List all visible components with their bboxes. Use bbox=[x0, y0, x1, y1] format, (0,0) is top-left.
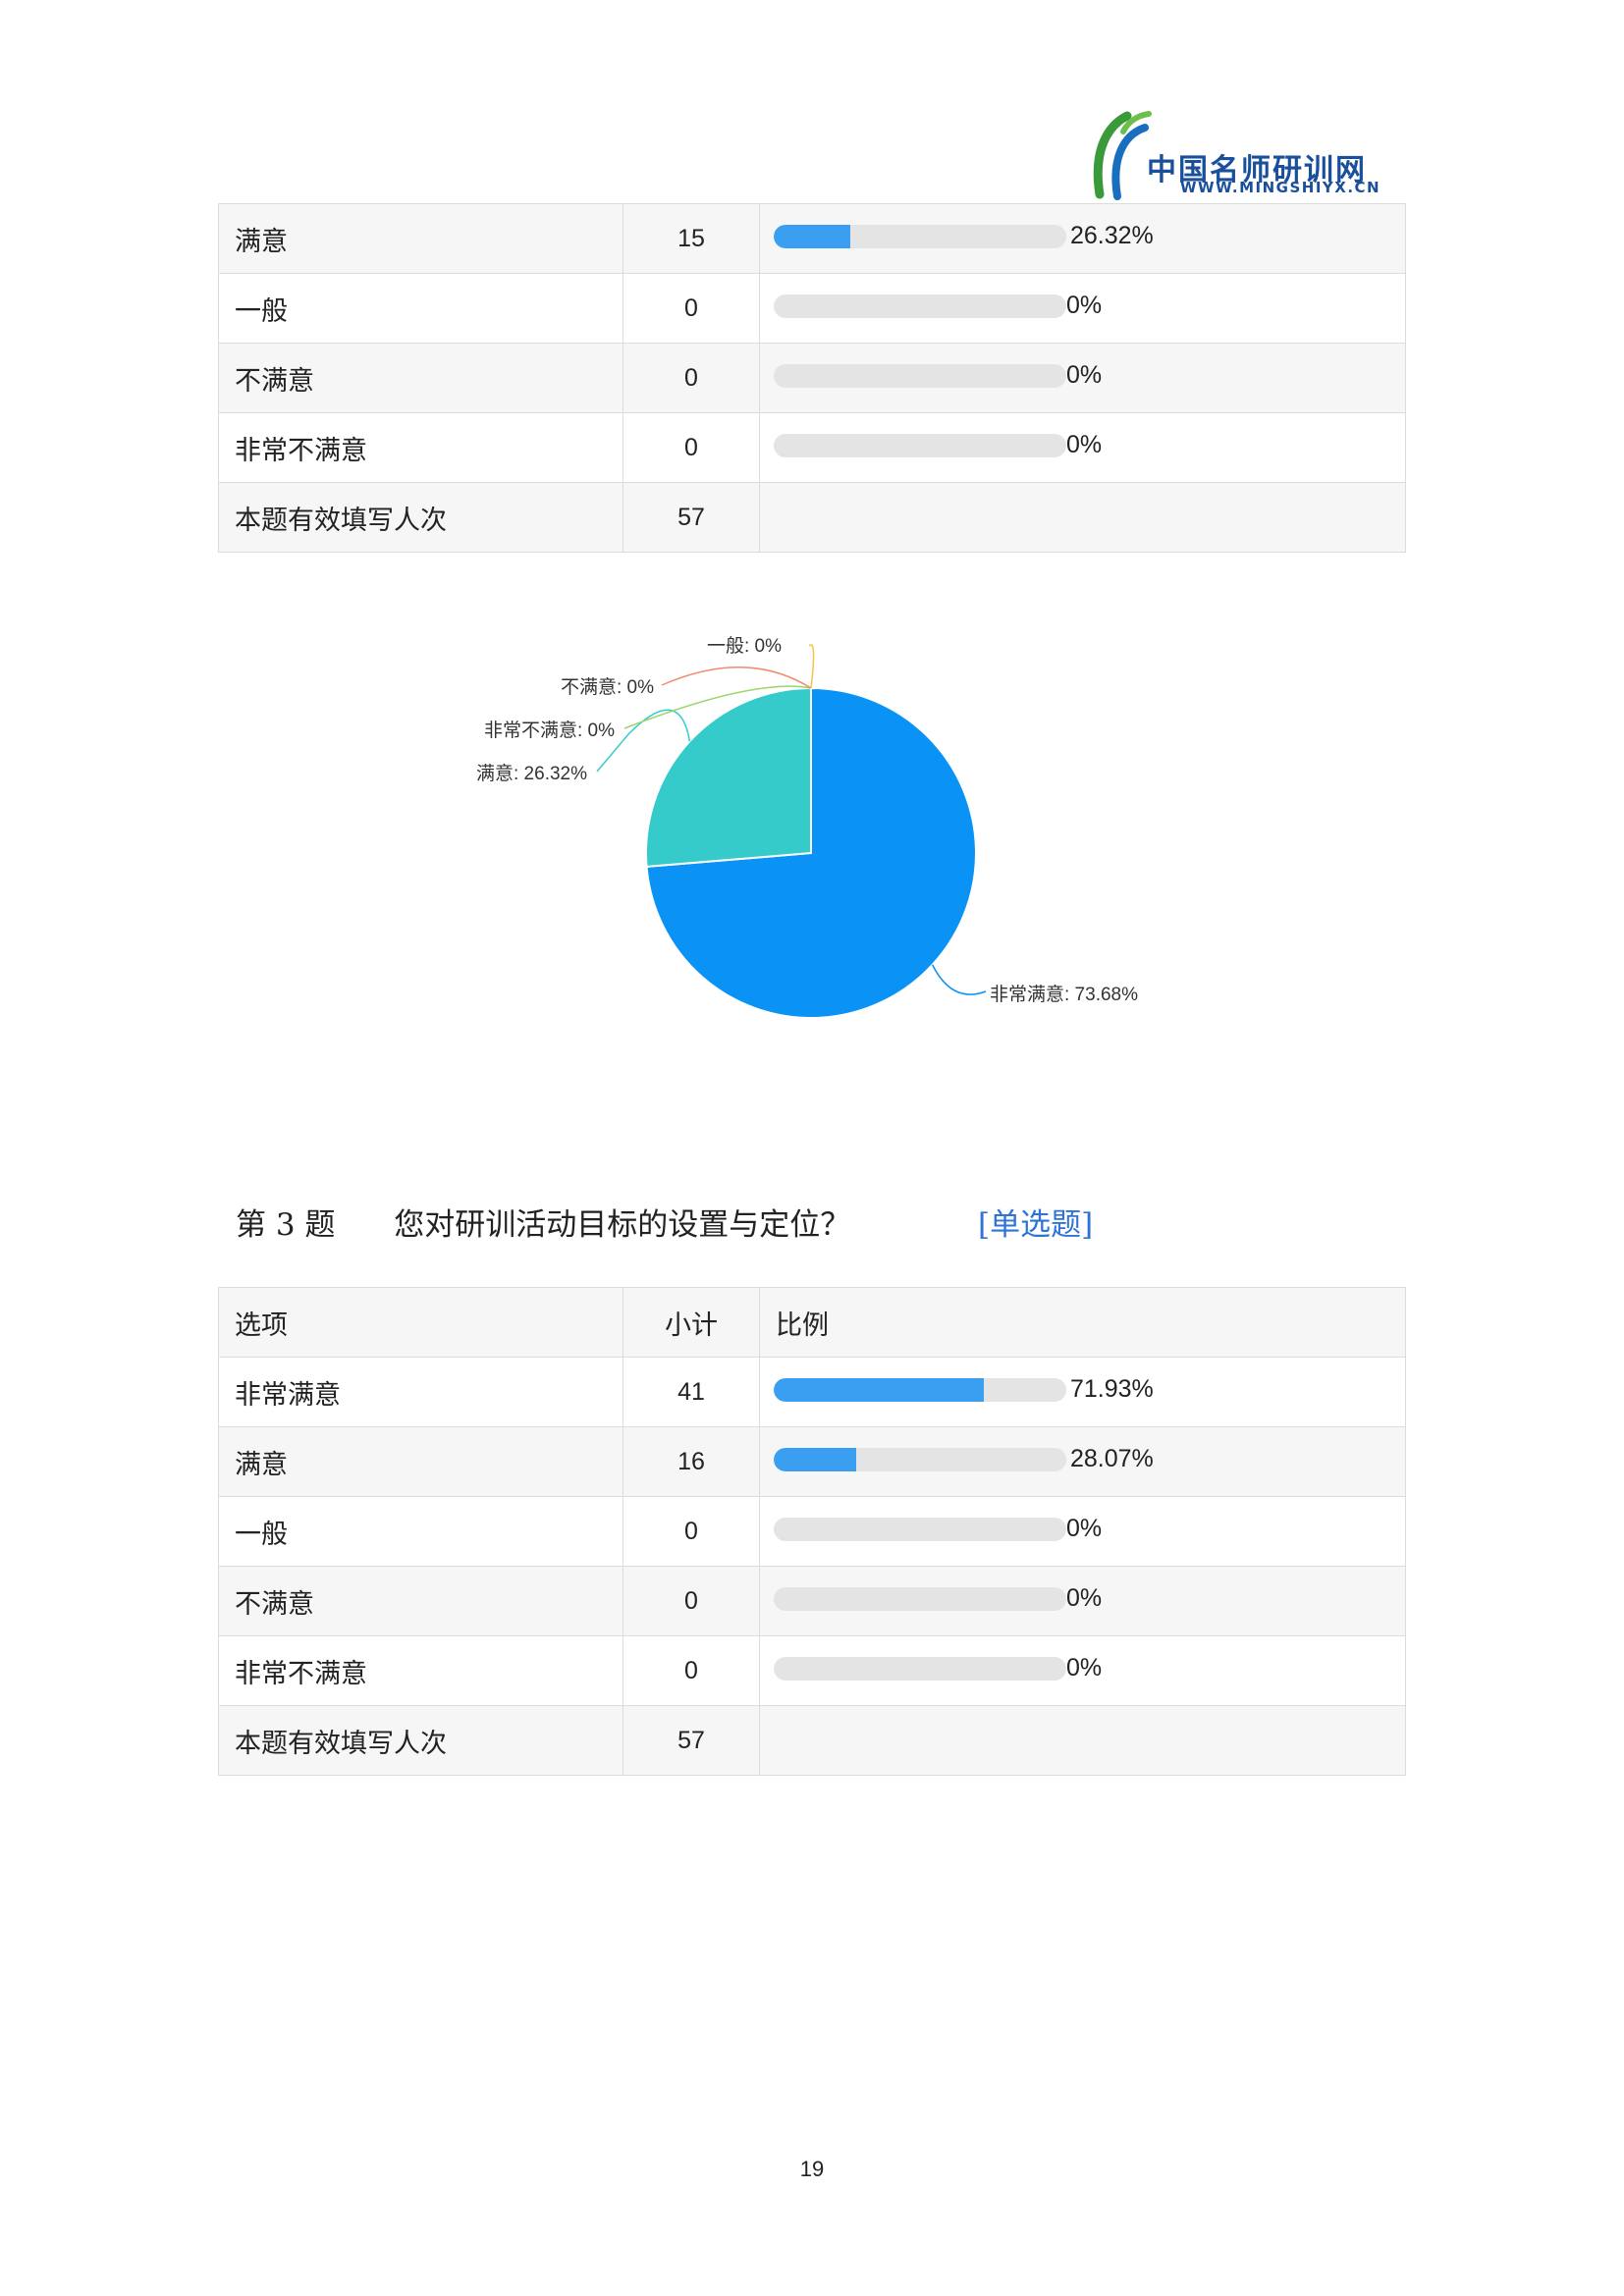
page-number: 19 bbox=[799, 2157, 825, 2181]
pie-label-line bbox=[661, 667, 812, 689]
progress-bar bbox=[774, 434, 1066, 457]
total-row: 本题有效填写人次 57 bbox=[218, 1705, 1406, 1776]
pie-chart: 非常满意: 73.68% 满意: 26.32% 非常不满意: 0% 不满意: 0% 一般… bbox=[476, 635, 1138, 1019]
option-count: 0 bbox=[623, 1635, 760, 1706]
site-logo: 中国名师研训网 WWW.MINGSHIYX.CN bbox=[1088, 106, 1402, 204]
option-ratio: 26.32% bbox=[759, 203, 1406, 274]
pie-label: 非常满意: 73.68% bbox=[990, 984, 1138, 1005]
table-row: 一般 0 0% bbox=[218, 273, 1406, 344]
progress-bar bbox=[774, 225, 1066, 248]
total-count: 57 bbox=[623, 1705, 760, 1776]
option-label: 不满意 bbox=[218, 343, 623, 413]
percent-label: 26.32% bbox=[1070, 222, 1154, 249]
percent-label: 0% bbox=[1066, 431, 1103, 458]
pie-slice bbox=[645, 686, 812, 868]
pie-label-line bbox=[931, 964, 987, 995]
option-count: 0 bbox=[623, 273, 760, 344]
percent-label: 0% bbox=[1066, 361, 1103, 389]
option-label: 不满意 bbox=[218, 1566, 623, 1636]
pie-label: 非常不满意: 0% bbox=[484, 720, 615, 741]
table-row: 满意 15 26.32% bbox=[218, 203, 1406, 274]
option-ratio: 28.07% bbox=[759, 1426, 1406, 1497]
header-option: 选项 bbox=[218, 1287, 623, 1358]
option-count: 0 bbox=[623, 343, 760, 413]
progress-bar bbox=[774, 1518, 1066, 1541]
total-count: 57 bbox=[623, 482, 760, 553]
percent-label: 0% bbox=[1066, 1584, 1103, 1612]
option-ratio: 0% bbox=[759, 343, 1406, 413]
option-label: 满意 bbox=[218, 203, 623, 274]
total-label: 本题有效填写人次 bbox=[218, 482, 623, 553]
table-row: 非常不满意 0 0% bbox=[218, 1635, 1406, 1706]
total-empty-cell bbox=[759, 1705, 1406, 1776]
question-type: [单选题] bbox=[978, 1207, 1094, 1243]
progress-bar bbox=[774, 1448, 1066, 1471]
option-ratio: 71.93% bbox=[759, 1357, 1406, 1427]
percent-label: 28.07% bbox=[1070, 1445, 1154, 1472]
percent-label: 0% bbox=[1066, 292, 1103, 319]
header-ratio: 比例 bbox=[759, 1287, 1406, 1358]
option-ratio: 0% bbox=[759, 1635, 1406, 1706]
question-number: 第 3 题 bbox=[236, 1207, 336, 1243]
percent-label: 0% bbox=[1066, 1515, 1103, 1542]
percent-label: 0% bbox=[1066, 1654, 1103, 1682]
option-label: 非常满意 bbox=[218, 1357, 623, 1427]
progress-bar bbox=[774, 1657, 1066, 1681]
header-count: 小计 bbox=[623, 1287, 760, 1358]
option-ratio: 0% bbox=[759, 412, 1406, 483]
results-table-q2: 满意 15 26.32% 一般 0 0% 不满意 0 0% 非常不满意 0 0% 本题有效填写人次 57 bbox=[218, 203, 1406, 553]
option-count: 41 bbox=[623, 1357, 760, 1427]
table-row: 非常满意 41 71.93% bbox=[218, 1357, 1406, 1427]
progress-bar bbox=[774, 364, 1066, 388]
question-heading: 第 3 题 您对研训活动目标的设置与定位？ bbox=[236, 1200, 850, 1244]
option-label: 满意 bbox=[218, 1426, 623, 1497]
table-row: 满意 16 28.07% bbox=[218, 1426, 1406, 1497]
option-ratio: 0% bbox=[759, 1496, 1406, 1567]
table-header-row: 选项 小计 比例 bbox=[218, 1287, 1406, 1358]
option-count: 16 bbox=[623, 1426, 760, 1497]
total-row: 本题有效填写人次 57 bbox=[218, 482, 1406, 553]
option-label: 非常不满意 bbox=[218, 1635, 623, 1706]
pie-label: 满意: 26.32% bbox=[476, 763, 587, 784]
table-row: 不满意 0 0% bbox=[218, 1566, 1406, 1636]
total-label: 本题有效填写人次 bbox=[218, 1705, 623, 1776]
percent-label: 71.93% bbox=[1070, 1375, 1154, 1403]
option-ratio: 0% bbox=[759, 1566, 1406, 1636]
progress-bar-fill bbox=[774, 225, 851, 248]
progress-bar-fill bbox=[774, 1448, 856, 1471]
option-label: 一般 bbox=[218, 273, 623, 344]
logo-url: WWW.MINGSHIYX.CN bbox=[1180, 179, 1381, 196]
table-row: 不满意 0 0% bbox=[218, 343, 1406, 413]
option-count: 0 bbox=[623, 412, 760, 483]
progress-bar bbox=[774, 294, 1066, 318]
option-ratio: 0% bbox=[759, 273, 1406, 344]
table-row: 非常不满意 0 0% bbox=[218, 412, 1406, 483]
option-label: 一般 bbox=[218, 1496, 623, 1567]
pie-label-line bbox=[808, 644, 815, 689]
total-empty-cell bbox=[759, 482, 1406, 553]
progress-bar bbox=[774, 1378, 1066, 1402]
question-text: 您对研训活动目标的设置与定位？ bbox=[394, 1207, 851, 1243]
results-table-q3: 选项 小计 比例 非常满意 41 71.93% 满意 16 28.07% 一般 0 0% 不满意 0… bbox=[218, 1287, 1406, 1776]
table-row: 一般 0 0% bbox=[218, 1496, 1406, 1567]
pie-label: 不满意: 0% bbox=[561, 676, 654, 698]
option-count: 15 bbox=[623, 203, 760, 274]
progress-bar bbox=[774, 1587, 1066, 1611]
option-label: 非常不满意 bbox=[218, 412, 623, 483]
option-count: 0 bbox=[623, 1566, 760, 1636]
option-count: 0 bbox=[623, 1496, 760, 1567]
progress-bar-fill bbox=[774, 1378, 985, 1402]
pie-label: 一般: 0% bbox=[707, 635, 782, 657]
